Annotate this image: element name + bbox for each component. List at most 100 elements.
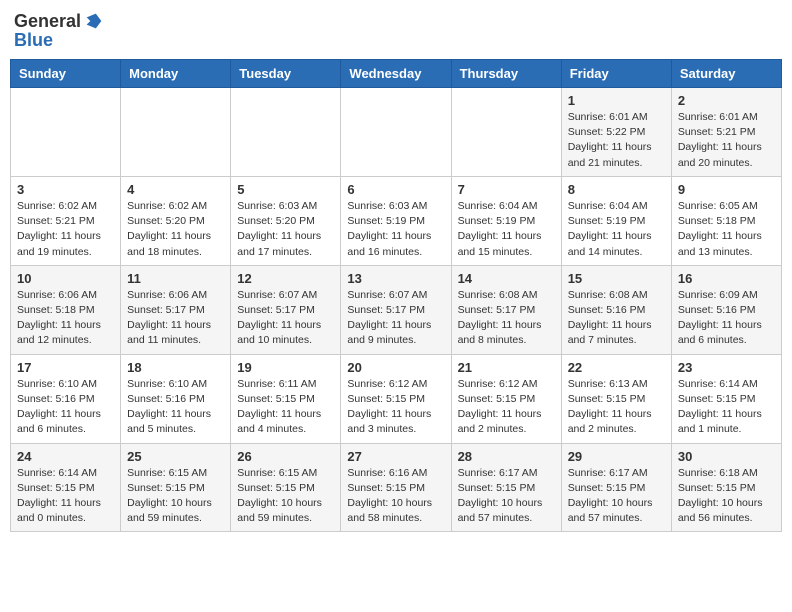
calendar-cell: 24Sunrise: 6:14 AM Sunset: 5:15 PM Dayli… — [11, 443, 121, 532]
day-info: Sunrise: 6:04 AM Sunset: 5:19 PM Dayligh… — [458, 199, 555, 260]
day-info: Sunrise: 6:01 AM Sunset: 5:21 PM Dayligh… — [678, 110, 775, 171]
page-header: General Blue — [10, 10, 782, 51]
logo: General Blue — [14, 10, 105, 51]
day-number: 25 — [127, 449, 224, 464]
day-number: 13 — [347, 271, 444, 286]
calendar-cell: 10 Sunrise: 6:06 AM Sunset: 5:18 PM Dayli… — [11, 265, 121, 354]
day-header-sunday: Sunday — [11, 60, 121, 88]
day-number: 17 — [17, 360, 114, 375]
day-number: 12 — [237, 271, 334, 286]
calendar-cell: 17 Sunrise: 6:10 AM Sunset: 5:16 PM Dayli… — [11, 354, 121, 443]
day-info: Sunrise: 6:06 AM Sunset: 5:17 PM Dayligh… — [127, 288, 224, 349]
day-info: Sunrise: 6:07 AM Sunset: 5:17 PM Dayligh… — [237, 288, 334, 349]
calendar-cell: 9Sunrise: 6:05 AM Sunset: 5:18 PM Daylig… — [671, 176, 781, 265]
day-header-tuesday: Tuesday — [231, 60, 341, 88]
calendar-cell: 14 Sunrise: 6:08 AM Sunset: 5:17 PM Dayli… — [451, 265, 561, 354]
day-info: Sunrise: 6:17 AM Sunset: 5:15 PM Dayligh… — [568, 466, 665, 527]
calendar-cell: 30 Sunrise: 6:18 AM Sunset: 5:15 PM Dayli… — [671, 443, 781, 532]
day-number: 15 — [568, 271, 665, 286]
day-info: Sunrise: 6:08 AM Sunset: 5:16 PM Dayligh… — [568, 288, 665, 349]
calendar-cell: 7 Sunrise: 6:04 AM Sunset: 5:19 PM Daylig… — [451, 176, 561, 265]
day-info: Sunrise: 6:08 AM Sunset: 5:17 PM Dayligh… — [458, 288, 555, 349]
calendar-week-3: 10 Sunrise: 6:06 AM Sunset: 5:18 PM Dayli… — [11, 265, 782, 354]
day-number: 1 — [568, 93, 665, 108]
day-header-thursday: Thursday — [451, 60, 561, 88]
calendar-cell: 28 Sunrise: 6:17 AM Sunset: 5:15 PM Dayli… — [451, 443, 561, 532]
logo-arrow-icon — [83, 10, 105, 32]
calendar-cell: 5 Sunrise: 6:03 AM Sunset: 5:20 PM Daylig… — [231, 176, 341, 265]
calendar-cell: 26 Sunrise: 6:15 AM Sunset: 5:15 PM Dayli… — [231, 443, 341, 532]
calendar-cell: 12 Sunrise: 6:07 AM Sunset: 5:17 PM Dayli… — [231, 265, 341, 354]
calendar-cell: 18 Sunrise: 6:10 AM Sunset: 5:16 PM Dayli… — [121, 354, 231, 443]
day-info: Sunrise: 6:09 AM Sunset: 5:16 PM Dayligh… — [678, 288, 775, 349]
day-number: 21 — [458, 360, 555, 375]
day-number: 22 — [568, 360, 665, 375]
calendar-cell: 8 Sunrise: 6:04 AM Sunset: 5:19 PM Daylig… — [561, 176, 671, 265]
day-info: Sunrise: 6:12 AM Sunset: 5:15 PM Dayligh… — [347, 377, 444, 438]
day-number: 7 — [458, 182, 555, 197]
day-info: Sunrise: 6:16 AM Sunset: 5:15 PM Dayligh… — [347, 466, 444, 527]
day-number: 20 — [347, 360, 444, 375]
calendar-cell — [231, 88, 341, 177]
day-header-saturday: Saturday — [671, 60, 781, 88]
day-info: Sunrise: 6:02 AM Sunset: 5:20 PM Dayligh… — [127, 199, 224, 260]
calendar-cell: 23 Sunrise: 6:14 AM Sunset: 5:15 PM Dayli… — [671, 354, 781, 443]
calendar-cell: 21Sunrise: 6:12 AM Sunset: 5:15 PM Dayli… — [451, 354, 561, 443]
calendar-cell: 25 Sunrise: 6:15 AM Sunset: 5:15 PM Dayli… — [121, 443, 231, 532]
day-number: 9 — [678, 182, 775, 197]
calendar-cell: 3 Sunrise: 6:02 AM Sunset: 5:21 PM Daylig… — [11, 176, 121, 265]
calendar-cell: 16 Sunrise: 6:09 AM Sunset: 5:16 PM Dayli… — [671, 265, 781, 354]
day-info: Sunrise: 6:07 AM Sunset: 5:17 PM Dayligh… — [347, 288, 444, 349]
day-info: Sunrise: 6:03 AM Sunset: 5:19 PM Dayligh… — [347, 199, 444, 260]
day-info: Sunrise: 6:01 AM Sunset: 5:22 PM Dayligh… — [568, 110, 665, 171]
day-header-wednesday: Wednesday — [341, 60, 451, 88]
day-header-friday: Friday — [561, 60, 671, 88]
day-info: Sunrise: 6:14 AM Sunset: 5:15 PM Dayligh… — [678, 377, 775, 438]
day-header-monday: Monday — [121, 60, 231, 88]
calendar-cell: 6Sunrise: 6:03 AM Sunset: 5:19 PM Daylig… — [341, 176, 451, 265]
calendar-cell: 1 Sunrise: 6:01 AM Sunset: 5:22 PM Daylig… — [561, 88, 671, 177]
calendar-week-5: 24Sunrise: 6:14 AM Sunset: 5:15 PM Dayli… — [11, 443, 782, 532]
day-info: Sunrise: 6:18 AM Sunset: 5:15 PM Dayligh… — [678, 466, 775, 527]
calendar-cell: 27 Sunrise: 6:16 AM Sunset: 5:15 PM Dayli… — [341, 443, 451, 532]
day-info: Sunrise: 6:02 AM Sunset: 5:21 PM Dayligh… — [17, 199, 114, 260]
day-number: 14 — [458, 271, 555, 286]
calendar-cell: 4 Sunrise: 6:02 AM Sunset: 5:20 PM Daylig… — [121, 176, 231, 265]
day-info: Sunrise: 6:10 AM Sunset: 5:16 PM Dayligh… — [127, 377, 224, 438]
day-number: 10 — [17, 271, 114, 286]
day-number: 5 — [237, 182, 334, 197]
calendar-table: SundayMondayTuesdayWednesdayThursdayFrid… — [10, 59, 782, 532]
day-info: Sunrise: 6:15 AM Sunset: 5:15 PM Dayligh… — [127, 466, 224, 527]
day-info: Sunrise: 6:04 AM Sunset: 5:19 PM Dayligh… — [568, 199, 665, 260]
day-number: 11 — [127, 271, 224, 286]
calendar-cell: 11 Sunrise: 6:06 AM Sunset: 5:17 PM Dayli… — [121, 265, 231, 354]
day-info: Sunrise: 6:03 AM Sunset: 5:20 PM Dayligh… — [237, 199, 334, 260]
day-info: Sunrise: 6:15 AM Sunset: 5:15 PM Dayligh… — [237, 466, 334, 527]
day-number: 27 — [347, 449, 444, 464]
day-number: 16 — [678, 271, 775, 286]
calendar-cell — [11, 88, 121, 177]
day-info: Sunrise: 6:17 AM Sunset: 5:15 PM Dayligh… — [458, 466, 555, 527]
day-info: Sunrise: 6:13 AM Sunset: 5:15 PM Dayligh… — [568, 377, 665, 438]
day-number: 3 — [17, 182, 114, 197]
day-number: 2 — [678, 93, 775, 108]
logo-general: General — [14, 11, 81, 32]
day-number: 23 — [678, 360, 775, 375]
calendar-cell — [451, 88, 561, 177]
day-info: Sunrise: 6:11 AM Sunset: 5:15 PM Dayligh… — [237, 377, 334, 438]
day-number: 18 — [127, 360, 224, 375]
day-number: 24 — [17, 449, 114, 464]
day-info: Sunrise: 6:10 AM Sunset: 5:16 PM Dayligh… — [17, 377, 114, 438]
calendar-cell: 15 Sunrise: 6:08 AM Sunset: 5:16 PM Dayli… — [561, 265, 671, 354]
day-number: 29 — [568, 449, 665, 464]
day-info: Sunrise: 6:06 AM Sunset: 5:18 PM Dayligh… — [17, 288, 114, 349]
calendar-cell: 2 Sunrise: 6:01 AM Sunset: 5:21 PM Daylig… — [671, 88, 781, 177]
day-number: 30 — [678, 449, 775, 464]
calendar-cell — [341, 88, 451, 177]
day-number: 8 — [568, 182, 665, 197]
logo-blue: Blue — [14, 30, 53, 51]
day-number: 28 — [458, 449, 555, 464]
day-number: 4 — [127, 182, 224, 197]
day-number: 26 — [237, 449, 334, 464]
calendar-cell: 13 Sunrise: 6:07 AM Sunset: 5:17 PM Dayli… — [341, 265, 451, 354]
